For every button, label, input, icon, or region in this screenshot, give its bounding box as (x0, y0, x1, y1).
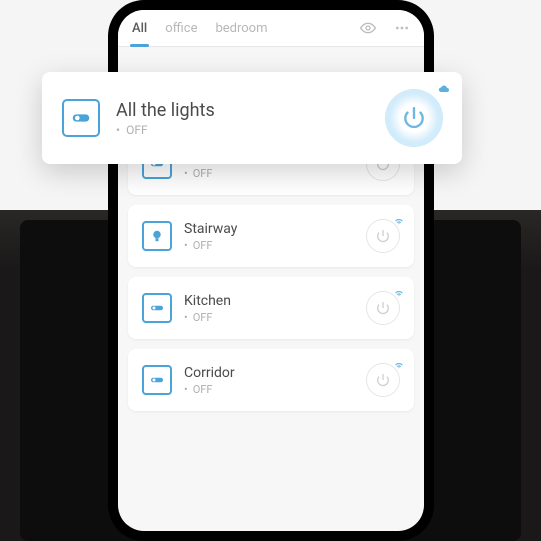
device-status: OFF (184, 311, 354, 324)
device-list: Living room OFF Stairway OFF (118, 125, 424, 419)
device-status: OFF (184, 239, 354, 252)
wifi-icon (394, 211, 404, 230)
device-status: OFF (184, 167, 354, 180)
wifi-icon (394, 283, 404, 302)
featured-status: OFF (116, 123, 370, 137)
visibility-icon[interactable] (360, 20, 376, 46)
device-card-kitchen[interactable]: Kitchen OFF (128, 277, 414, 339)
device-title: Stairway (184, 221, 354, 237)
tab-all[interactable]: All (132, 21, 147, 46)
device-title: Kitchen (184, 293, 354, 309)
featured-card[interactable]: All the lights OFF (42, 72, 462, 164)
light-icon (142, 293, 172, 323)
light-icon (62, 99, 100, 137)
featured-power-button[interactable] (386, 90, 442, 146)
tab-bedroom[interactable]: bedroom (215, 21, 267, 46)
light-icon (142, 365, 172, 395)
more-icon[interactable] (394, 20, 410, 46)
device-title: Corridor (184, 365, 354, 381)
cloud-icon (438, 80, 450, 99)
tab-bar: All office bedroom (118, 10, 424, 47)
device-status: OFF (184, 383, 354, 396)
light-icon (142, 221, 172, 251)
device-card-corridor[interactable]: Corridor OFF (128, 349, 414, 411)
featured-title: All the lights (116, 100, 370, 121)
device-card-stairway[interactable]: Stairway OFF (128, 205, 414, 267)
tab-office[interactable]: office (165, 21, 197, 46)
wifi-icon (394, 355, 404, 374)
